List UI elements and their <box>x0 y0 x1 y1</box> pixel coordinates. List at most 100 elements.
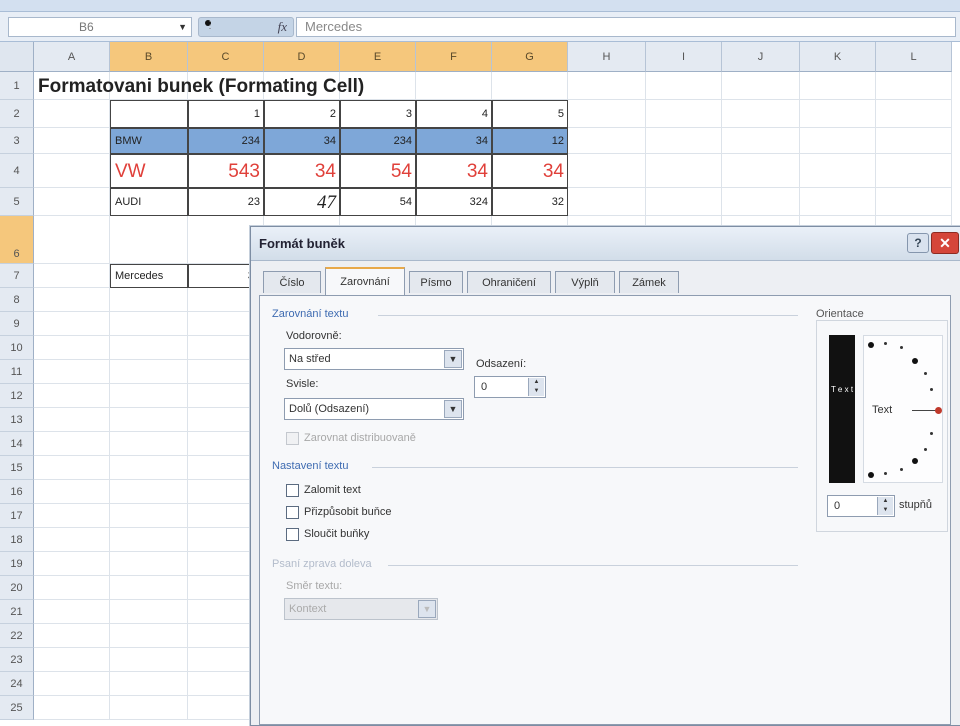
header-cell[interactable] <box>110 100 188 128</box>
cell[interactable] <box>722 188 800 216</box>
cell[interactable] <box>34 648 110 672</box>
cell[interactable] <box>34 216 110 264</box>
cell[interactable] <box>646 72 722 100</box>
cell[interactable] <box>492 72 568 100</box>
close-button[interactable]: ✕ <box>931 232 959 254</box>
value-cell[interactable]: 54 <box>340 188 416 216</box>
cell[interactable] <box>110 648 188 672</box>
header-cell[interactable]: 1 <box>188 100 264 128</box>
insert-function-button[interactable]: fx <box>278 19 287 35</box>
cell[interactable] <box>34 552 110 576</box>
cell[interactable] <box>110 336 188 360</box>
cell[interactable] <box>568 188 646 216</box>
cell[interactable] <box>34 336 110 360</box>
cell[interactable] <box>34 624 110 648</box>
help-button[interactable]: ? <box>907 233 929 253</box>
cell[interactable] <box>646 154 722 188</box>
cell[interactable] <box>34 600 110 624</box>
row-header[interactable]: 17 <box>0 504 34 528</box>
row-header[interactable]: 10 <box>0 336 34 360</box>
name-box[interactable]: B6 ▼ <box>8 17 192 37</box>
row-label-cell[interactable]: BMW <box>110 128 188 154</box>
tab-protection[interactable]: Zámek <box>619 271 679 293</box>
cell[interactable] <box>110 360 188 384</box>
cell[interactable] <box>416 72 492 100</box>
cell[interactable] <box>110 384 188 408</box>
row-label-cell[interactable]: AUDI <box>110 188 188 216</box>
cell[interactable] <box>722 100 800 128</box>
column-header[interactable]: C <box>188 42 264 72</box>
tab-border[interactable]: Ohraničení <box>467 271 551 293</box>
column-header[interactable]: E <box>340 42 416 72</box>
select-all-corner[interactable] <box>0 42 34 72</box>
cell[interactable] <box>646 100 722 128</box>
row-label-cell[interactable]: Mercedes <box>110 264 188 288</box>
column-header[interactable]: J <box>722 42 800 72</box>
tab-alignment[interactable]: Zarovnání <box>325 267 405 295</box>
value-cell[interactable]: 34 <box>416 128 492 154</box>
cell[interactable] <box>110 408 188 432</box>
cell[interactable] <box>876 128 952 154</box>
cell[interactable] <box>34 480 110 504</box>
vertical-select[interactable]: Dolů (Odsazení) ▼ <box>284 398 464 420</box>
cell[interactable] <box>568 72 646 100</box>
cell[interactable] <box>110 528 188 552</box>
spin-arrows-icon[interactable]: ▲ ▼ <box>877 497 893 515</box>
row-header[interactable]: 3 <box>0 128 34 154</box>
cell[interactable] <box>876 188 952 216</box>
row-header[interactable]: 16 <box>0 480 34 504</box>
row-header[interactable]: 22 <box>0 624 34 648</box>
header-cell[interactable]: 3 <box>340 100 416 128</box>
value-cell[interactable]: 234 <box>340 128 416 154</box>
value-cell[interactable]: 234 <box>188 128 264 154</box>
cell[interactable] <box>34 264 110 288</box>
cell[interactable] <box>34 408 110 432</box>
cell[interactable] <box>800 72 876 100</box>
cell[interactable] <box>34 188 110 216</box>
cell[interactable] <box>110 672 188 696</box>
cell[interactable] <box>876 154 952 188</box>
cell[interactable] <box>646 128 722 154</box>
chevron-down-icon[interactable]: ▼ <box>444 400 462 418</box>
row-header[interactable]: 11 <box>0 360 34 384</box>
row-header[interactable]: 14 <box>0 432 34 456</box>
degrees-spinner[interactable]: 0 ▲ ▼ <box>827 495 895 517</box>
cell[interactable] <box>34 696 110 720</box>
indent-spinner[interactable]: 0 ▲ ▼ <box>474 376 546 398</box>
column-header[interactable]: B <box>110 42 188 72</box>
cell[interactable] <box>34 576 110 600</box>
cell[interactable] <box>110 624 188 648</box>
cell[interactable] <box>34 672 110 696</box>
cell[interactable] <box>110 696 188 720</box>
value-cell[interactable]: 12 <box>492 128 568 154</box>
cell[interactable] <box>34 384 110 408</box>
cell[interactable] <box>34 504 110 528</box>
cell[interactable] <box>876 100 952 128</box>
cell[interactable] <box>722 72 800 100</box>
value-cell[interactable]: 543 <box>188 154 264 188</box>
row-header[interactable]: 15 <box>0 456 34 480</box>
value-cell[interactable]: 47 <box>264 188 340 216</box>
wrap-text-checkbox[interactable] <box>286 484 299 497</box>
cell[interactable] <box>110 456 188 480</box>
column-header[interactable]: H <box>568 42 646 72</box>
cell[interactable] <box>800 100 876 128</box>
value-cell[interactable]: 23 <box>188 188 264 216</box>
chevron-down-icon[interactable]: ▼ <box>178 18 187 36</box>
value-cell[interactable]: 34 <box>264 128 340 154</box>
column-header[interactable]: I <box>646 42 722 72</box>
cell[interactable] <box>110 288 188 312</box>
column-header[interactable]: G <box>492 42 568 72</box>
cell[interactable] <box>110 504 188 528</box>
cell[interactable] <box>568 100 646 128</box>
column-header[interactable]: F <box>416 42 492 72</box>
cell[interactable] <box>876 72 952 100</box>
row-label-cell[interactable]: VW <box>110 154 188 188</box>
merge-cells-checkbox[interactable] <box>286 528 299 541</box>
cell[interactable] <box>800 154 876 188</box>
tab-font[interactable]: Písmo <box>409 271 463 293</box>
column-header[interactable]: K <box>800 42 876 72</box>
cell[interactable] <box>34 432 110 456</box>
row-header[interactable]: 9 <box>0 312 34 336</box>
horizontal-select[interactable]: Na střed ▼ <box>284 348 464 370</box>
